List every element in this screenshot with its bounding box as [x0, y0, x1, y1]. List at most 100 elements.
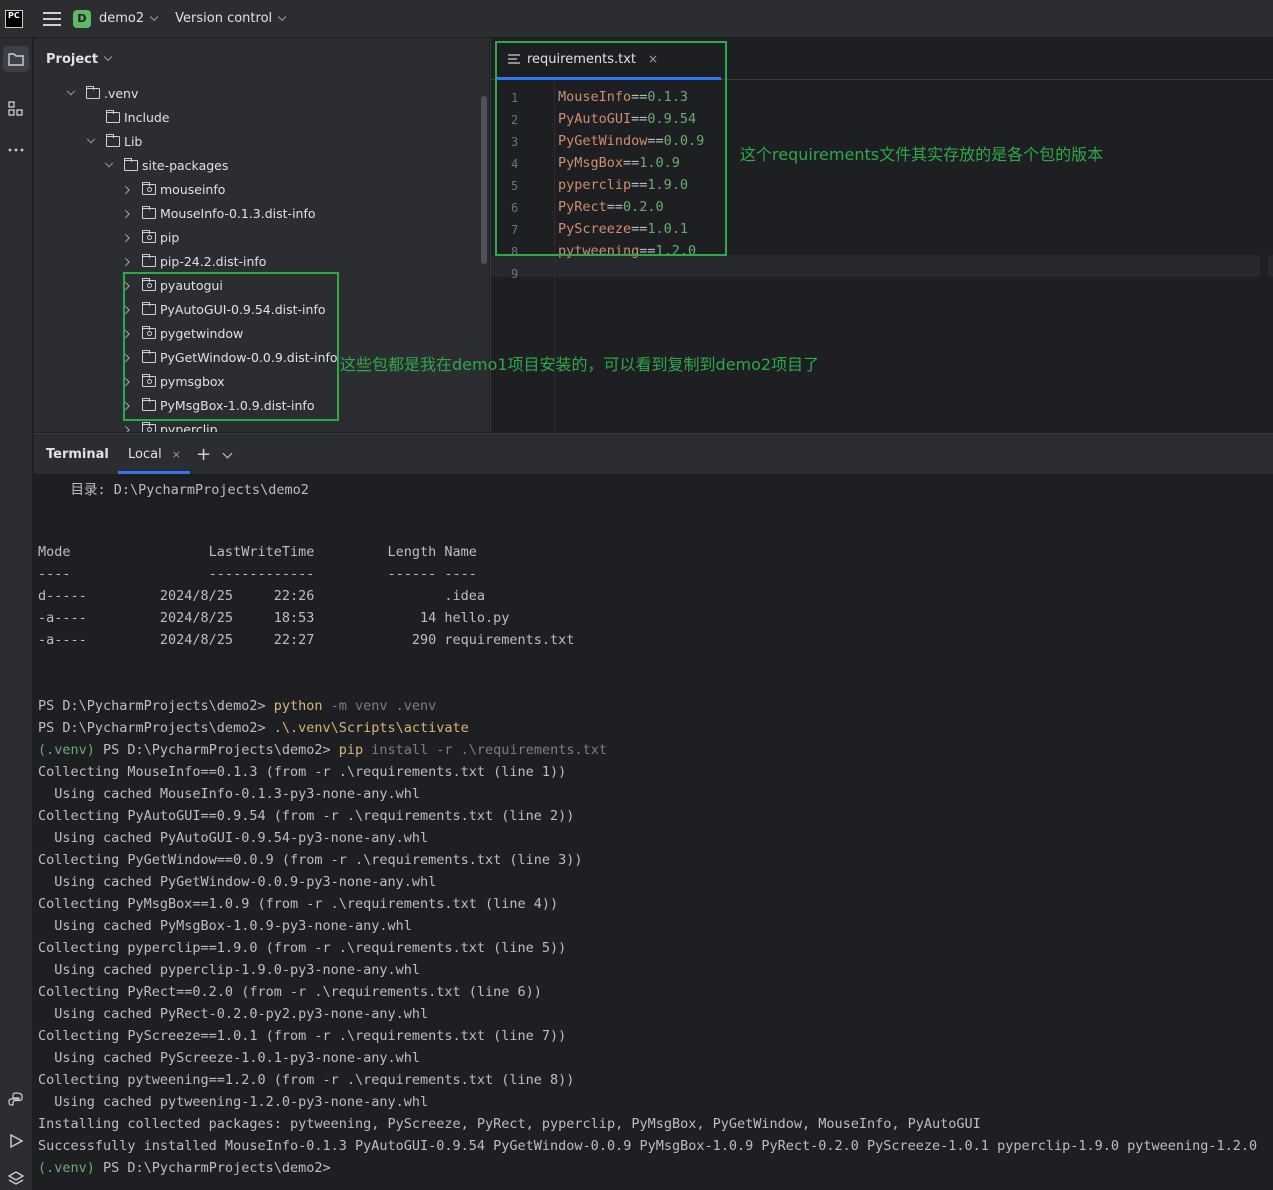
line-number: 9	[511, 267, 519, 281]
terminal-line: (.venv) PS D:\PycharmProjects\demo2>	[38, 1160, 331, 1176]
line-number: 3	[511, 135, 519, 149]
terminal-text: Using cached PyRect-0.2.0-py2.py3-none-a…	[38, 1006, 429, 1022]
project-panel-header[interactable]: Project	[34, 38, 489, 80]
close-icon[interactable]: ×	[172, 448, 181, 461]
chevron-right-icon[interactable]	[124, 303, 136, 316]
terminal-line: ---- ------------- ------ ----	[38, 566, 477, 582]
chevron-right-icon[interactable]	[124, 423, 136, 433]
tree-item[interactable]: Include	[88, 105, 170, 129]
terminal-output[interactable]: 目录: D:\PycharmProjects\demo2 Mode LastWri…	[34, 474, 1273, 1190]
tab-requirements[interactable]: requirements.txt ×	[495, 38, 721, 80]
chevron-right-icon[interactable]	[124, 327, 136, 340]
chevron-down-icon[interactable]	[88, 135, 100, 148]
tree-item[interactable]: PyGetWindow-0.0.9.dist-info	[124, 345, 338, 369]
package-name: pytweening	[558, 243, 640, 259]
chevron-down-icon[interactable]	[68, 87, 80, 100]
close-icon[interactable]: ×	[648, 52, 658, 66]
tree-item[interactable]: mouseinfo	[124, 177, 225, 201]
chevron-right-icon[interactable]	[124, 183, 136, 196]
terminal-text: Collecting MouseInfo==0.1.3 (from -r .\r…	[38, 764, 567, 780]
project-tool-button[interactable]	[3, 46, 29, 72]
tree-item[interactable]: pyperclip	[124, 417, 218, 432]
operator: ==	[623, 155, 640, 171]
chevron-down-icon[interactable]	[106, 159, 118, 172]
chevron-right-icon[interactable]	[124, 399, 136, 412]
editor-scrollbar[interactable]	[1260, 84, 1268, 429]
project-switcher[interactable]: D demo2	[73, 9, 159, 28]
tree-item[interactable]: MouseInfo-0.1.3.dist-info	[124, 201, 316, 225]
folder-icon	[141, 253, 156, 267]
chevron-right-icon[interactable]	[124, 375, 136, 388]
chevron-right-icon[interactable]	[124, 207, 136, 220]
tab-local[interactable]: Local ×	[118, 434, 190, 474]
terminal-text: Collecting PyRect==0.2.0 (from -r .\requ…	[38, 984, 542, 1000]
layers-button[interactable]	[3, 1166, 29, 1190]
terminal-text: Successfully installed MouseInfo-0.1.3 P…	[38, 1138, 1258, 1154]
terminal-text: PS D:\PycharmProjects\demo2>	[94, 1160, 331, 1176]
code-line: PyAutoGUI==0.9.54	[558, 111, 696, 127]
code-line: PyScreeze==1.0.1	[558, 221, 688, 237]
more-tools-button[interactable]	[3, 136, 29, 162]
chevron-right-icon[interactable]	[124, 351, 136, 364]
tree-item-label: mouseinfo	[160, 181, 226, 197]
tree-item-label: MouseInfo-0.1.3.dist-info	[160, 205, 316, 221]
tree-item[interactable]: PyMsgBox-1.0.9.dist-info	[124, 393, 314, 417]
title-bar: PC D demo2 Version control	[0, 0, 1273, 38]
tree-item[interactable]: site-packages	[106, 153, 228, 177]
terminal-text: Using cached PyScreeze-1.0.1-py3-none-an…	[38, 1050, 421, 1066]
version-control-menu[interactable]: Version control	[175, 11, 287, 26]
version: 0.2.0	[623, 199, 664, 215]
terminal-line: Mode LastWriteTime Length Name	[38, 544, 477, 560]
tree-item[interactable]: pyautogui	[124, 273, 223, 297]
tree-item-label: pyperclip	[160, 421, 218, 433]
tree-item[interactable]: .venv	[68, 81, 138, 105]
terminal-line: Using cached PyAutoGUI-0.9.54-py3-none-a…	[38, 830, 428, 846]
terminal-text: Using cached pytweening-1.2.0-py3-none-a…	[38, 1094, 429, 1110]
line-number-gutter: 1 2 3 4 5 6 7 8 9	[491, 81, 555, 432]
folder-icon	[105, 109, 120, 123]
tree-item-label: PyAutoGUI-0.9.54.dist-info	[160, 301, 326, 317]
structure-tool-button[interactable]	[3, 96, 29, 122]
version: 1.9.0	[647, 177, 689, 193]
terminal-line: Collecting PyMsgBox==1.0.9 (from -r .\re…	[38, 896, 558, 912]
terminal-text: Installing collected packages: pytweenin…	[38, 1116, 981, 1132]
package-name: PyGetWindow	[558, 133, 648, 149]
operator: ==	[606, 199, 624, 215]
terminal-text: PS D:\PycharmProjects\demo2>	[94, 742, 339, 758]
package-folder-icon	[141, 373, 156, 387]
terminal-line: Using cached PyRect-0.2.0-py2.py3-none-a…	[38, 1006, 428, 1022]
tree-item[interactable]: pip	[124, 225, 179, 249]
tree-item-label: pymsgbox	[160, 373, 225, 389]
terminal-text: Using cached PyAutoGUI-0.9.54-py3-none-a…	[38, 830, 429, 846]
chevron-down-icon	[103, 52, 113, 62]
tree-item[interactable]: pygetwindow	[124, 321, 243, 345]
main-menu-icon[interactable]	[43, 11, 61, 26]
terminal-line: Collecting pytweening==1.2.0 (from -r .\…	[38, 1072, 574, 1088]
terminal-panel: Terminal Local × + 目录: D:\PycharmProject…	[34, 433, 1273, 1190]
python-console-button[interactable]	[3, 1087, 29, 1113]
chevron-right-icon[interactable]	[124, 255, 136, 268]
run-button[interactable]	[3, 1128, 29, 1154]
terminal-line: Using cached PyScreeze-1.0.1-py3-none-an…	[38, 1050, 420, 1066]
tree-item[interactable]: Lib	[88, 129, 142, 153]
package-name: PyAutoGUI	[558, 111, 632, 127]
terminal-text: Mode LastWriteTime Length Name	[38, 544, 477, 560]
version: 1.2.0	[655, 243, 697, 259]
tree-item[interactable]: pymsgbox	[124, 369, 225, 393]
code-line: pytweening==1.2.0	[558, 243, 696, 259]
tree-item[interactable]: PyAutoGUI-0.9.54.dist-info	[124, 297, 326, 321]
new-terminal-icon[interactable]: +	[196, 444, 211, 465]
tree-item[interactable]: pip-24.2.dist-info	[124, 249, 266, 273]
chevron-down-icon	[150, 12, 159, 21]
operator: ==	[639, 243, 656, 259]
chevron-down-icon[interactable]	[222, 448, 233, 459]
chevron-right-icon[interactable]	[124, 279, 136, 292]
tree-scrollbar[interactable]	[481, 96, 487, 264]
chevron-right-icon[interactable]	[124, 231, 136, 244]
terminal-line: Using cached MouseInfo-0.1.3-py3-none-an…	[38, 786, 420, 802]
terminal-text: Collecting pytweening==1.2.0 (from -r .\…	[38, 1072, 575, 1088]
tree-item-label: pip-24.2.dist-info	[160, 253, 267, 269]
terminal-line: Using cached PyGetWindow-0.0.9-py3-none-…	[38, 874, 436, 890]
packages-annotation: 这些包都是我在demo1项目安装的，可以看到复制到demo2项目了	[340, 355, 820, 374]
terminal-text: Collecting PyMsgBox==1.0.9 (from -r .\re…	[38, 896, 559, 912]
